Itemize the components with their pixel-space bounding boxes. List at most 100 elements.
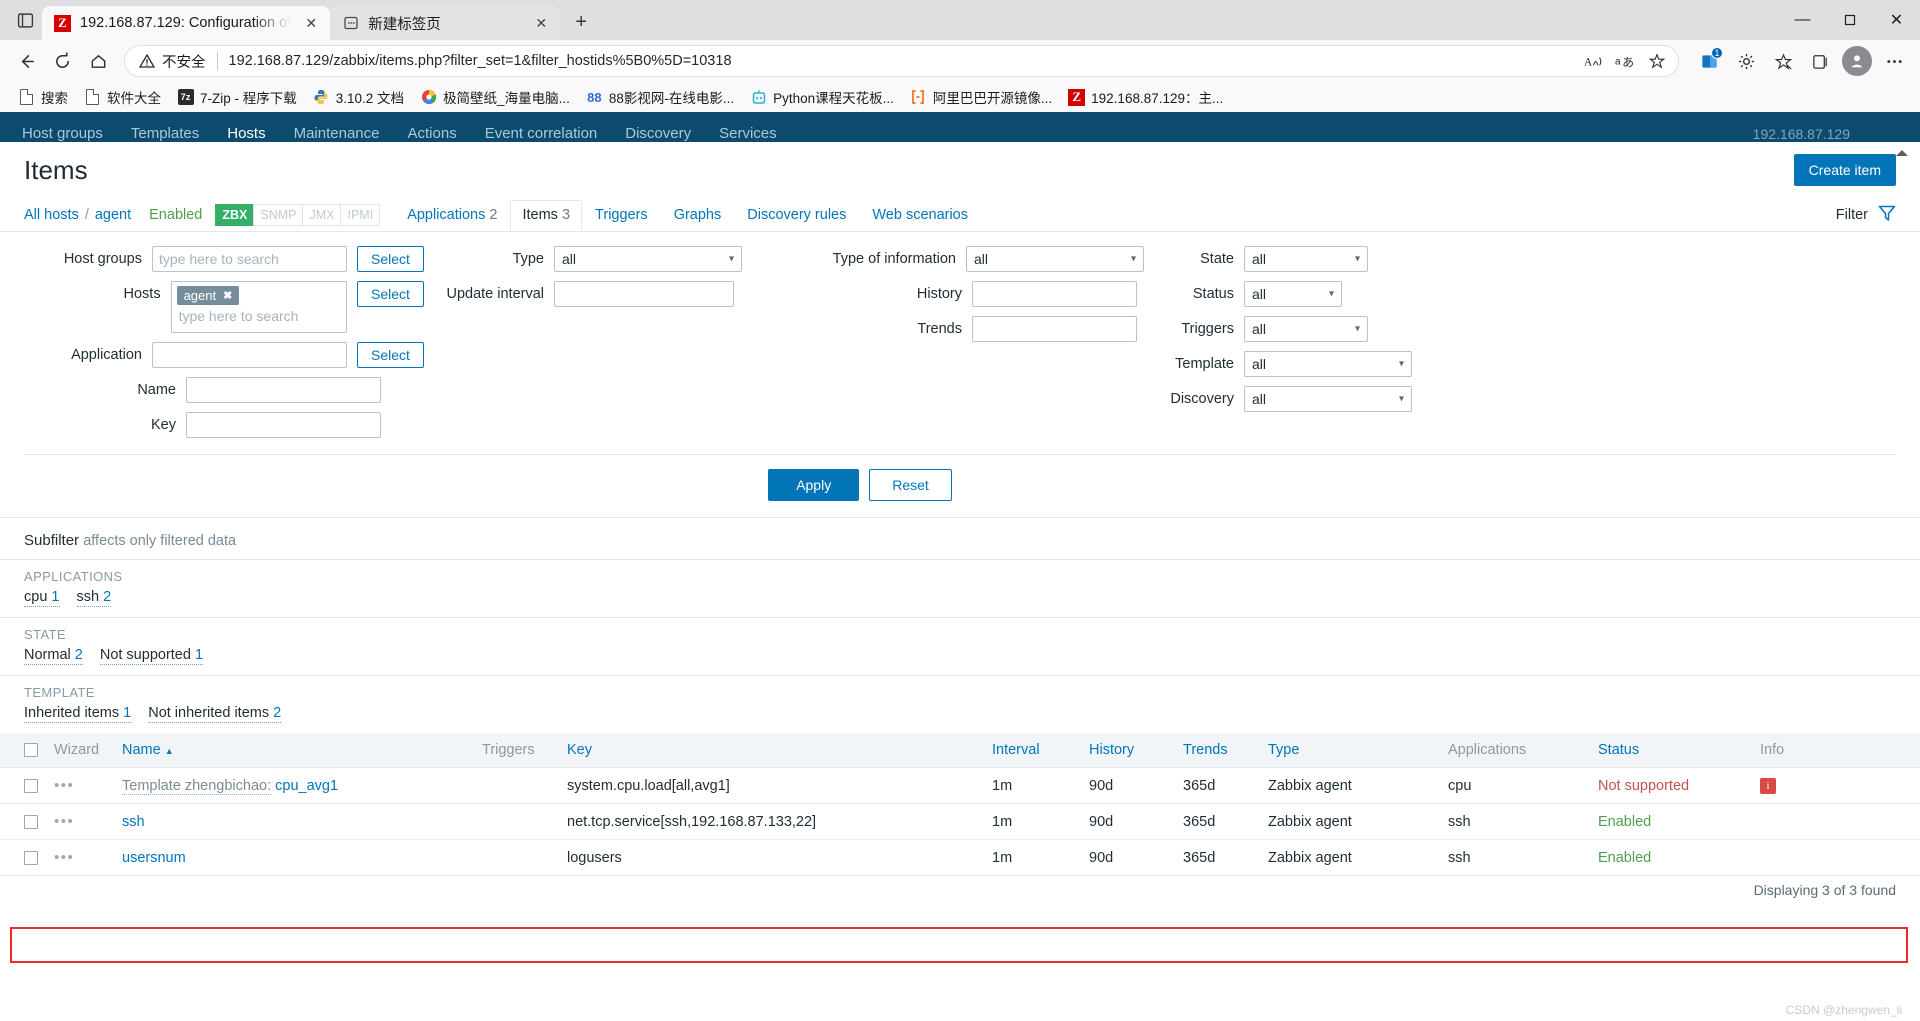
column-header-type[interactable]: Type <box>1260 733 1440 768</box>
chip-remove-icon[interactable]: ✖ <box>223 289 232 302</box>
subfilter-link[interactable]: Normal 2 <box>24 647 83 665</box>
back-icon[interactable] <box>9 44 43 78</box>
close-icon[interactable]: ✕ <box>530 12 552 34</box>
reload-icon[interactable] <box>45 44 79 78</box>
application-select-button[interactable]: Select <box>357 342 424 368</box>
filter-toggle[interactable]: Filter <box>1836 204 1896 226</box>
row-checkbox-cell[interactable] <box>0 803 46 840</box>
hosts-multiselect[interactable]: agent ✖ type here to search <box>170 281 347 333</box>
checkbox[interactable] <box>24 850 38 865</box>
discovery-select[interactable]: all <box>1244 386 1412 412</box>
update-interval-input[interactable] <box>554 281 734 307</box>
bookmark-item[interactable]: 软件大全 <box>76 84 169 110</box>
table-row[interactable]: ••• Template zhengbichao: cpu_avg1 syste… <box>0 767 1920 804</box>
row-wizard-cell[interactable]: ••• <box>46 803 114 840</box>
host-chip[interactable]: agent ✖ <box>176 286 240 305</box>
status-link[interactable]: Enabled <box>1598 814 1651 830</box>
subfilter-link[interactable]: Not inherited items 2 <box>148 705 282 723</box>
protocol-badge-jmx[interactable]: JMX <box>302 203 342 226</box>
tab-actions-icon[interactable] <box>8 3 42 37</box>
host-status-badge[interactable]: Enabled <box>149 207 202 223</box>
protocol-badge-zbx[interactable]: ZBX <box>215 203 255 226</box>
table-row[interactable]: ••• ssh net.tcp.service[ssh,192.168.87.1… <box>0 803 1920 840</box>
favorites-icon[interactable] <box>1766 44 1800 78</box>
row-info-cell[interactable]: i <box>1752 767 1920 804</box>
bookmark-item[interactable]: 3.10.2 文档 <box>305 84 412 110</box>
breadcrumb-host[interactable]: agent <box>95 207 131 223</box>
template-select[interactable]: all <box>1244 351 1412 377</box>
state-select[interactable]: all <box>1244 246 1368 272</box>
subfilter-link[interactable]: Not supported 1 <box>99 647 204 665</box>
close-button[interactable]: ✕ <box>1873 0 1920 40</box>
bookmark-item[interactable]: Z 192.168.87.129：主... <box>1060 84 1231 110</box>
key-input[interactable] <box>186 412 381 438</box>
bookmark-item[interactable]: 极简壁纸_海量电脑... <box>412 84 578 110</box>
triggers-select[interactable]: all <box>1244 316 1368 342</box>
nav-item-hosts[interactable]: Hosts <box>213 126 279 142</box>
address-bar[interactable]: 不安全 192.168.87.129/zabbix/items.php?filt… <box>124 45 1679 77</box>
name-template-prefix[interactable]: Template zhengbichao: <box>122 777 272 795</box>
scroll-up-icon[interactable] <box>1894 146 1910 162</box>
row-status-cell[interactable]: Enabled <box>1590 803 1752 840</box>
column-header-name[interactable]: Name ▲ <box>114 733 474 768</box>
breadcrumb-all-hosts[interactable]: All hosts <box>24 207 79 223</box>
row-status-cell[interactable]: Not supported <box>1590 767 1752 804</box>
collections-icon[interactable] <box>1803 44 1837 78</box>
translate-icon[interactable]: aあ <box>1610 46 1640 76</box>
row-status-cell[interactable]: Enabled <box>1590 839 1752 876</box>
type-select[interactable]: all <box>554 246 742 272</box>
table-row-highlighted[interactable]: ••• usersnum logusers 1m 90d 365d Zabbix… <box>0 839 1920 876</box>
profile-avatar-icon[interactable] <box>1840 44 1874 78</box>
subfilter-link[interactable]: cpu 1 <box>24 589 60 607</box>
maximize-button[interactable] <box>1826 0 1873 40</box>
bookmark-item[interactable]: 88 88影视网-在线电影... <box>578 84 742 110</box>
checkbox[interactable] <box>24 743 38 757</box>
item-name-link[interactable]: cpu_avg1 <box>275 778 338 794</box>
row-wizard-cell[interactable]: ••• <box>46 839 114 876</box>
status-select[interactable]: all <box>1244 281 1342 307</box>
host-groups-select-button[interactable]: Select <box>357 246 424 272</box>
reset-button[interactable]: Reset <box>869 469 952 501</box>
history-input[interactable] <box>972 281 1137 307</box>
host-groups-input[interactable] <box>152 246 347 272</box>
nav-item-event-correlation[interactable]: Event correlation <box>471 126 612 142</box>
nav-item-host-groups[interactable]: Host groups <box>8 126 117 142</box>
column-header-status[interactable]: Status <box>1590 733 1752 768</box>
nav-item-discovery[interactable]: Discovery <box>611 126 705 142</box>
wizard-menu-icon[interactable]: ••• <box>54 849 74 866</box>
protocol-badge-ipmi[interactable]: IPMI <box>340 203 381 226</box>
column-header-trends[interactable]: Trends <box>1175 733 1260 768</box>
column-header-history[interactable]: History <box>1081 733 1175 768</box>
browser-tab-newtab[interactable]: 新建标签页 ✕ <box>330 6 561 40</box>
hosts-select-button[interactable]: Select <box>357 281 424 307</box>
status-link[interactable]: Enabled <box>1598 850 1651 866</box>
type-of-information-select[interactable]: all <box>966 246 1144 272</box>
tab-graphs[interactable]: Graphs <box>661 207 735 223</box>
read-aloud-icon[interactable]: A <box>1578 46 1608 76</box>
new-tab-button[interactable]: + <box>566 7 596 37</box>
add-favorite-icon[interactable] <box>1642 46 1672 76</box>
wizard-menu-icon[interactable]: ••• <box>54 777 74 794</box>
split-screen-icon[interactable]: 1 <box>1692 44 1726 78</box>
column-header-key[interactable]: Key <box>559 733 984 768</box>
security-warning[interactable]: 不安全 <box>139 51 206 72</box>
row-wizard-cell[interactable]: ••• <box>46 767 114 804</box>
status-link[interactable]: Not supported <box>1598 778 1689 794</box>
close-icon[interactable]: ✕ <box>300 12 322 34</box>
tab-discovery-rules[interactable]: Discovery rules <box>734 207 859 223</box>
protocol-badge-snmp[interactable]: SNMP <box>253 203 304 226</box>
bookmark-item[interactable]: 搜索 <box>10 84 76 110</box>
wizard-menu-icon[interactable]: ••• <box>54 813 74 830</box>
row-checkbox-cell[interactable] <box>0 839 46 876</box>
checkbox[interactable] <box>24 778 38 793</box>
more-options-icon[interactable] <box>1877 44 1911 78</box>
browser-tab-active[interactable]: Z 192.168.87.129: Configuration of ✕ <box>42 6 331 40</box>
tab-web-scenarios[interactable]: Web scenarios <box>859 207 981 223</box>
select-all-header[interactable] <box>0 733 46 768</box>
column-header-interval[interactable]: Interval <box>984 733 1081 768</box>
row-checkbox-cell[interactable] <box>0 767 46 804</box>
bookmark-item[interactable]: Python课程天花板... <box>742 84 902 110</box>
error-info-icon[interactable]: i <box>1760 777 1776 794</box>
bookmark-item[interactable]: 阿里巴巴开源镜像... <box>902 84 1060 110</box>
tab-items[interactable]: Items 3 <box>510 199 583 231</box>
